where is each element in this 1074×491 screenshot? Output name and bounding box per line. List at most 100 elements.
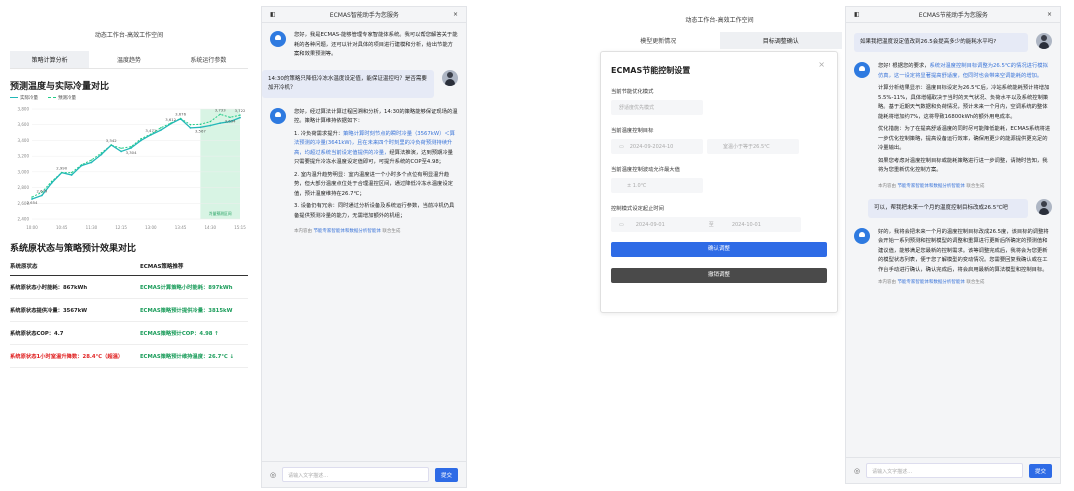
user-message: 如果我把温度设定值改到26.5会提高多少的能耗水平吗? bbox=[854, 33, 1052, 52]
bot-message: 您好，经过算法计算过程回溯和分析，14:30的策略能够保证现场的温控。策略计算维… bbox=[270, 107, 458, 225]
bot-avatar-icon bbox=[270, 107, 286, 124]
window-title: 动态工作台-高效工作空间 bbox=[94, 32, 164, 39]
tab-bar: 模型更新情况 目标调整确认 bbox=[597, 32, 842, 49]
source-link[interactable]: 节能专家智能体和数据分析智能体 bbox=[897, 184, 965, 189]
data-label: 3,694 bbox=[225, 118, 236, 123]
table-title: 系统原状态与策略预计效果对比 bbox=[10, 244, 137, 254]
x-tick-label: 15:15 bbox=[234, 225, 246, 230]
table-header: ECMAS策略推荐 bbox=[139, 257, 248, 276]
x-tick-label: 12:15 bbox=[115, 225, 127, 230]
table-header: 系统原状态 bbox=[10, 257, 140, 276]
x-tick-label: 10:45 bbox=[56, 225, 68, 230]
data-point-predicted bbox=[219, 113, 221, 115]
chat-input-bar: ◎ 请输入文字描述… 提交 bbox=[846, 457, 1060, 483]
data-point-predicted bbox=[150, 133, 152, 135]
data-point-predicted bbox=[90, 159, 93, 161]
sidebar-toggle-icon[interactable]: ◧ bbox=[270, 11, 276, 18]
y-tick-label: 3,600 bbox=[18, 122, 30, 127]
data-point-actual bbox=[159, 129, 162, 132]
legend-predicted: 预测冷量 bbox=[48, 95, 76, 101]
mode-select[interactable]: 舒适度优先模式 bbox=[611, 100, 703, 115]
chat-input[interactable]: 请输入文字描述… bbox=[866, 463, 1023, 478]
data-point-predicted bbox=[169, 122, 172, 124]
target-date-range[interactable]: ▭ 2024-09-2024-10 bbox=[611, 139, 703, 154]
sidebar-toggle-icon[interactable]: ◧ bbox=[854, 11, 860, 18]
data-point-predicted bbox=[100, 152, 103, 154]
period-date-range[interactable]: ▭ 2024-09-01 至 2024-10-01 bbox=[611, 217, 801, 232]
user-avatar-icon bbox=[1036, 33, 1052, 49]
x-tick-label: 13:00 bbox=[145, 225, 157, 230]
source-link[interactable]: 节能专家智能体和数据分析智能体 bbox=[313, 229, 381, 234]
prediction-band bbox=[200, 109, 240, 219]
data-point-predicted bbox=[80, 164, 83, 166]
voice-icon[interactable]: ◎ bbox=[270, 471, 276, 479]
data-point-predicted bbox=[140, 138, 142, 140]
target-value-input[interactable]: 室温小于等于26.5℃ bbox=[707, 139, 799, 154]
data-point-predicted bbox=[199, 123, 202, 126]
chart-title: 预测温度与实际冷量对比 bbox=[10, 82, 110, 92]
chat-input-bar: ◎ 请输入文字描述… 提交 bbox=[262, 461, 466, 487]
tab-temperature-trend[interactable]: 温度趋势 bbox=[89, 51, 168, 68]
data-point-predicted bbox=[130, 146, 132, 148]
tab-bar: 策略计算分析 温度趋势 系统运行参数 bbox=[10, 51, 248, 69]
data-label: 3,676 bbox=[175, 112, 186, 117]
band-annotation: 冷量预测区间 bbox=[209, 211, 232, 216]
y-tick-label: 3,400 bbox=[18, 138, 30, 143]
source-note: 本内容由 节能专家智能体和数据分析智能体 联合生成 bbox=[294, 229, 401, 234]
data-label: 3,722 bbox=[235, 108, 246, 113]
cancel-button[interactable]: 撤销调整 bbox=[611, 268, 827, 283]
confirm-button[interactable]: 确认调整 bbox=[611, 242, 827, 257]
tab-system-params[interactable]: 系统运行参数 bbox=[169, 51, 248, 68]
data-point-predicted bbox=[189, 124, 192, 126]
chat-title: ECMAS节能助手为您服务 bbox=[918, 12, 988, 19]
table-row: 系统原状态1小时室温升降数：28.4℃（超温） ECMAS策略预计维持温度：26.… bbox=[10, 344, 248, 368]
calendar-icon: ▭ bbox=[619, 143, 624, 150]
y-tick-label: 3,200 bbox=[18, 154, 30, 159]
data-point-actual bbox=[100, 153, 103, 156]
close-icon[interactable]: × bbox=[453, 11, 458, 18]
data-label: 3,567 bbox=[195, 128, 206, 133]
tolerance-input[interactable]: ± 1.0℃ bbox=[611, 178, 703, 193]
tab-strategy-analysis[interactable]: 策略计算分析 bbox=[10, 51, 90, 68]
field-label: 当前节能优化模式 bbox=[611, 89, 654, 95]
source-note: 本内容由 节能专家智能体和数据分析智能体 联合生成 bbox=[878, 280, 985, 285]
send-button[interactable]: 提交 bbox=[1028, 463, 1052, 478]
data-label: 2,990 bbox=[56, 166, 67, 171]
data-label: 2,654 bbox=[27, 200, 38, 205]
user-avatar-icon bbox=[1036, 198, 1052, 215]
close-icon[interactable]: × bbox=[1047, 11, 1052, 18]
data-point-actual bbox=[41, 194, 43, 197]
close-icon[interactable]: × bbox=[818, 60, 825, 69]
data-label: 2,679 bbox=[36, 188, 47, 193]
user-message: 14:30的策略只降低冷冻水温度设定值，能保证温控吗？是否需要加开冷机？ bbox=[262, 69, 458, 98]
user-message: 可以，帮我把未来一个月的温度控制目标改成26.5℃吧 bbox=[868, 198, 1052, 218]
chat-title: ECMAS智能助手为您服务 bbox=[329, 12, 399, 19]
data-label: 3,733 bbox=[215, 107, 226, 112]
field-label: 当前温度控制目标 bbox=[611, 128, 654, 134]
control-settings-panel: 动态工作台-高效工作空间 模型更新情况 目标调整确认 ECMAS节能控制设置 ×… bbox=[597, 6, 842, 336]
bot-message: 您好! 根据您的要求，系统对温度控制目标调整为26.5℃的情况进行模拟仿真，这一… bbox=[854, 62, 1052, 179]
data-point-predicted bbox=[239, 114, 241, 116]
data-point-predicted bbox=[110, 144, 112, 146]
data-point-predicted bbox=[120, 147, 122, 149]
dialog-title: ECMAS节能控制设置 bbox=[611, 66, 691, 75]
data-point-actual bbox=[90, 161, 93, 164]
table-row: 系统原状态小时能耗：867kWh ECMAS计算策略小时能耗：897kWh bbox=[10, 275, 248, 299]
data-point-actual bbox=[219, 122, 222, 125]
data-label: 3,304 bbox=[126, 150, 137, 155]
dashboard-panel: 动态工作台-高效工作空间 策略计算分析 温度趋势 系统运行参数 预测温度与实际冷… bbox=[0, 0, 258, 491]
tab-model-update[interactable]: 模型更新情况 bbox=[597, 32, 720, 49]
calendar-icon: ▭ bbox=[619, 221, 624, 228]
send-button[interactable]: 提交 bbox=[434, 467, 458, 482]
settings-dialog: ECMAS节能控制设置 × 当前节能优化模式 舒适度优先模式 当前温度控制目标 … bbox=[600, 51, 838, 313]
source-link[interactable]: 节能专家智能体和数据分析智能体 bbox=[897, 280, 965, 285]
assistant-chat-panel-2: ◧ ECMAS节能助手为您服务 × 如果我把温度设定值改到26.5会提高多少的能… bbox=[845, 6, 1061, 484]
tab-target-confirm[interactable]: 目标调整确认 bbox=[719, 32, 842, 49]
voice-icon[interactable]: ◎ bbox=[854, 467, 860, 475]
field-label: 控制模式设定起止时间 bbox=[611, 206, 664, 212]
assistant-chat-panel: ◧ ECMAS智能助手为您服务 × 您好，我是ECMAS-能够管理专家智能体系统… bbox=[261, 6, 467, 488]
x-tick-label: 10:00 bbox=[26, 225, 38, 230]
y-tick-label: 3,800 bbox=[18, 107, 30, 112]
table-row: 系统原状态提供冷量：3567kW ECMAS策略预计提供冷量：3815kW bbox=[10, 298, 248, 322]
chat-input[interactable]: 请输入文字描述… bbox=[282, 467, 429, 482]
